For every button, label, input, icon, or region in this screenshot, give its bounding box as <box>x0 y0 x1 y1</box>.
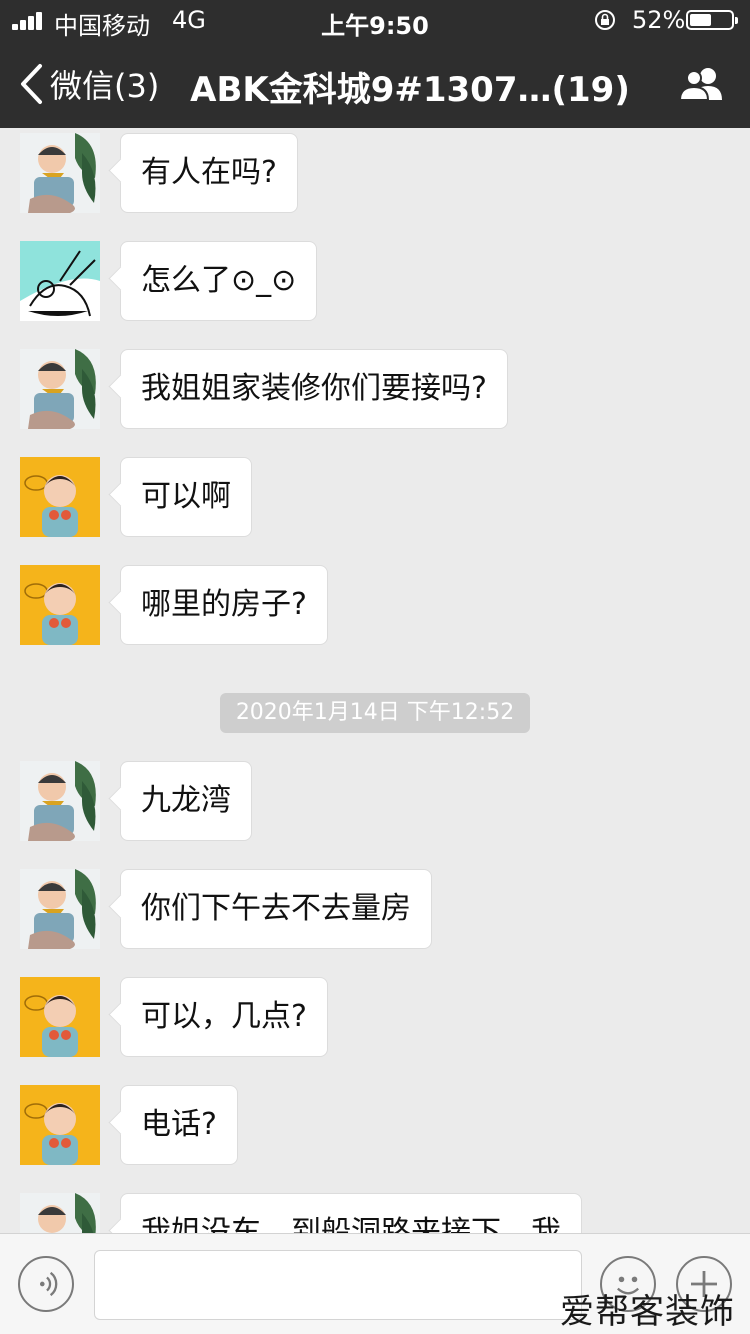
message-bubble[interactable]: 我姐没车，到船洞路来接下，我 <box>120 1193 582 1233</box>
message-bubble[interactable]: 可以，几点? <box>120 977 328 1057</box>
group-members-icon[interactable] <box>676 66 726 102</box>
avatar[interactable] <box>20 349 100 429</box>
message-bubble[interactable]: 有人在吗? <box>120 133 298 213</box>
message-bubble[interactable]: 电话? <box>120 1085 238 1165</box>
message-row: 我姐姐家装修你们要接吗? <box>20 349 740 429</box>
avatar[interactable] <box>20 869 100 949</box>
message-bubble[interactable]: 可以啊 <box>120 457 252 537</box>
message-bubble[interactable]: 我姐姐家装修你们要接吗? <box>120 349 508 429</box>
back-button[interactable]: 微信(3) <box>18 60 159 108</box>
message-list[interactable]: 2020年1月14日 下午12:52 有人在吗? 怎么了⊙_⊙ 我姐姐家装修你们… <box>0 128 750 1233</box>
watermark-text: 爱帮客装饰 <box>560 1292 735 1332</box>
battery-percent: 52% <box>632 6 686 34</box>
message-row: 可以啊 <box>20 457 740 537</box>
top-bar: 中国移动 4G 上午9:50 52% 微信(3) ABK金科城9#1307…(1… <box>0 0 750 128</box>
rotation-lock-icon <box>595 10 615 30</box>
avatar[interactable] <box>20 565 100 645</box>
message-bubble[interactable]: 哪里的房子? <box>120 565 328 645</box>
message-row: 电话? <box>20 1085 740 1165</box>
status-bar: 中国移动 4G 上午9:50 52% <box>0 0 750 40</box>
message-row: 可以，几点? <box>20 977 740 1057</box>
message-row: 九龙湾 <box>20 761 740 841</box>
message-bubble[interactable]: 你们下午去不去量房 <box>120 869 432 949</box>
message-bubble[interactable]: 怎么了⊙_⊙ <box>120 241 318 321</box>
message-input[interactable] <box>94 1250 582 1320</box>
avatar[interactable] <box>20 133 100 213</box>
battery-fill <box>690 14 711 26</box>
message-row: 哪里的房子? <box>20 565 740 645</box>
avatar[interactable] <box>20 241 100 321</box>
message-row: 你们下午去不去量房 <box>20 869 740 949</box>
message-bubble[interactable]: 九龙湾 <box>120 761 252 841</box>
message-row: 我姐没车，到船洞路来接下，我 <box>20 1193 740 1233</box>
avatar[interactable] <box>20 761 100 841</box>
avatar[interactable] <box>20 977 100 1057</box>
back-label: 微信(3) <box>50 67 160 105</box>
timestamp-divider: 2020年1月14日 下午12:52 <box>220 693 530 733</box>
chat-title: ABK金科城9#1307…(19) <box>190 70 630 110</box>
battery-icon <box>686 10 738 30</box>
message-row: 怎么了⊙_⊙ <box>20 241 740 321</box>
avatar[interactable] <box>20 457 100 537</box>
avatar[interactable] <box>20 1085 100 1165</box>
voice-icon[interactable] <box>18 1256 74 1312</box>
message-row: 有人在吗? <box>20 133 740 213</box>
chevron-left-icon <box>21 64 42 104</box>
avatar[interactable] <box>20 1193 100 1233</box>
